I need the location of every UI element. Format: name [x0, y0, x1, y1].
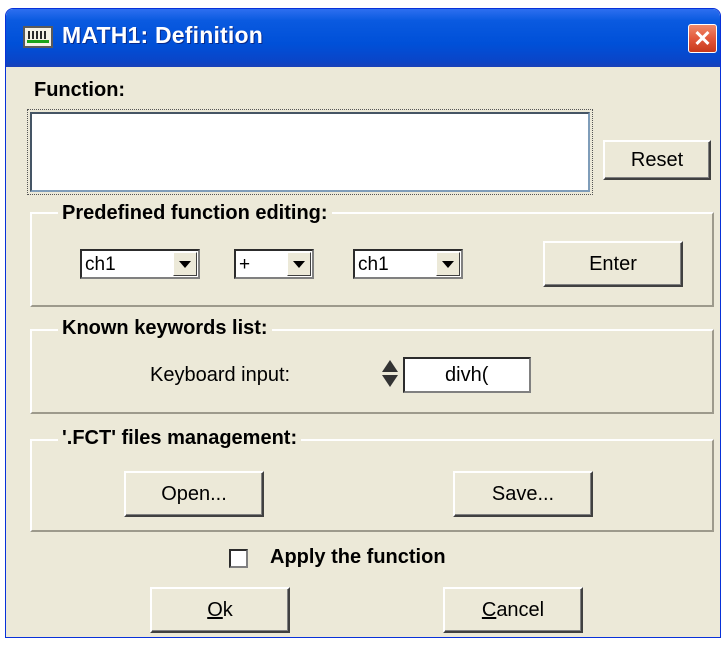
ok-label-rest: k — [222, 599, 233, 621]
spin-up-icon[interactable] — [382, 360, 398, 372]
close-icon: ✕ — [693, 26, 712, 51]
chevron-down-icon[interactable] — [287, 252, 311, 276]
ok-mnemonic: O — [207, 599, 223, 621]
window-title: MATH1: Definition — [62, 22, 264, 48]
math1-definition-dialog: MATH1: Definition ✕ Function: Reset Pred… — [5, 8, 721, 638]
operator-select[interactable]: + — [234, 249, 314, 279]
function-input[interactable] — [27, 109, 593, 195]
keyboard-input-label: Keyboard input: — [150, 364, 291, 386]
operand2-select[interactable]: ch1 — [353, 249, 463, 279]
chevron-down-icon[interactable] — [173, 252, 197, 276]
keyboard-input-value: divh( — [445, 364, 489, 386]
keyword-spinner[interactable] — [378, 357, 402, 391]
function-label: Function: — [34, 79, 126, 101]
cancel-label-rest: ancel — [496, 599, 545, 621]
keywords-title: Known keywords list: — [58, 317, 272, 340]
enter-button[interactable]: Enter — [543, 241, 683, 287]
apply-function-label[interactable]: Apply the function — [270, 546, 446, 569]
cancel-button[interactable]: Cancel — [443, 587, 583, 633]
apply-function-checkbox[interactable] — [229, 549, 248, 568]
chevron-down-icon[interactable] — [436, 252, 460, 276]
files-title: '.FCT' files management: — [58, 427, 302, 450]
ok-button[interactable]: Ok — [150, 587, 290, 633]
keywords-group — [30, 329, 714, 414]
keyboard-input-field[interactable]: divh( — [403, 357, 531, 393]
operator-value: + — [239, 254, 251, 275]
operand1-value: ch1 — [85, 254, 116, 275]
oscilloscope-app-icon — [23, 26, 53, 48]
open-button[interactable]: Open... — [124, 471, 264, 517]
cancel-mnemonic: C — [481, 599, 497, 621]
title-bar[interactable]: MATH1: Definition ✕ — [6, 9, 720, 67]
reset-button[interactable]: Reset — [603, 140, 711, 180]
predefined-function-title: Predefined function editing: — [58, 202, 332, 225]
operand2-value: ch1 — [358, 254, 389, 275]
operand1-select[interactable]: ch1 — [80, 249, 200, 279]
spin-down-icon[interactable] — [382, 375, 398, 387]
save-button[interactable]: Save... — [453, 471, 593, 517]
close-button[interactable]: ✕ — [688, 24, 717, 53]
